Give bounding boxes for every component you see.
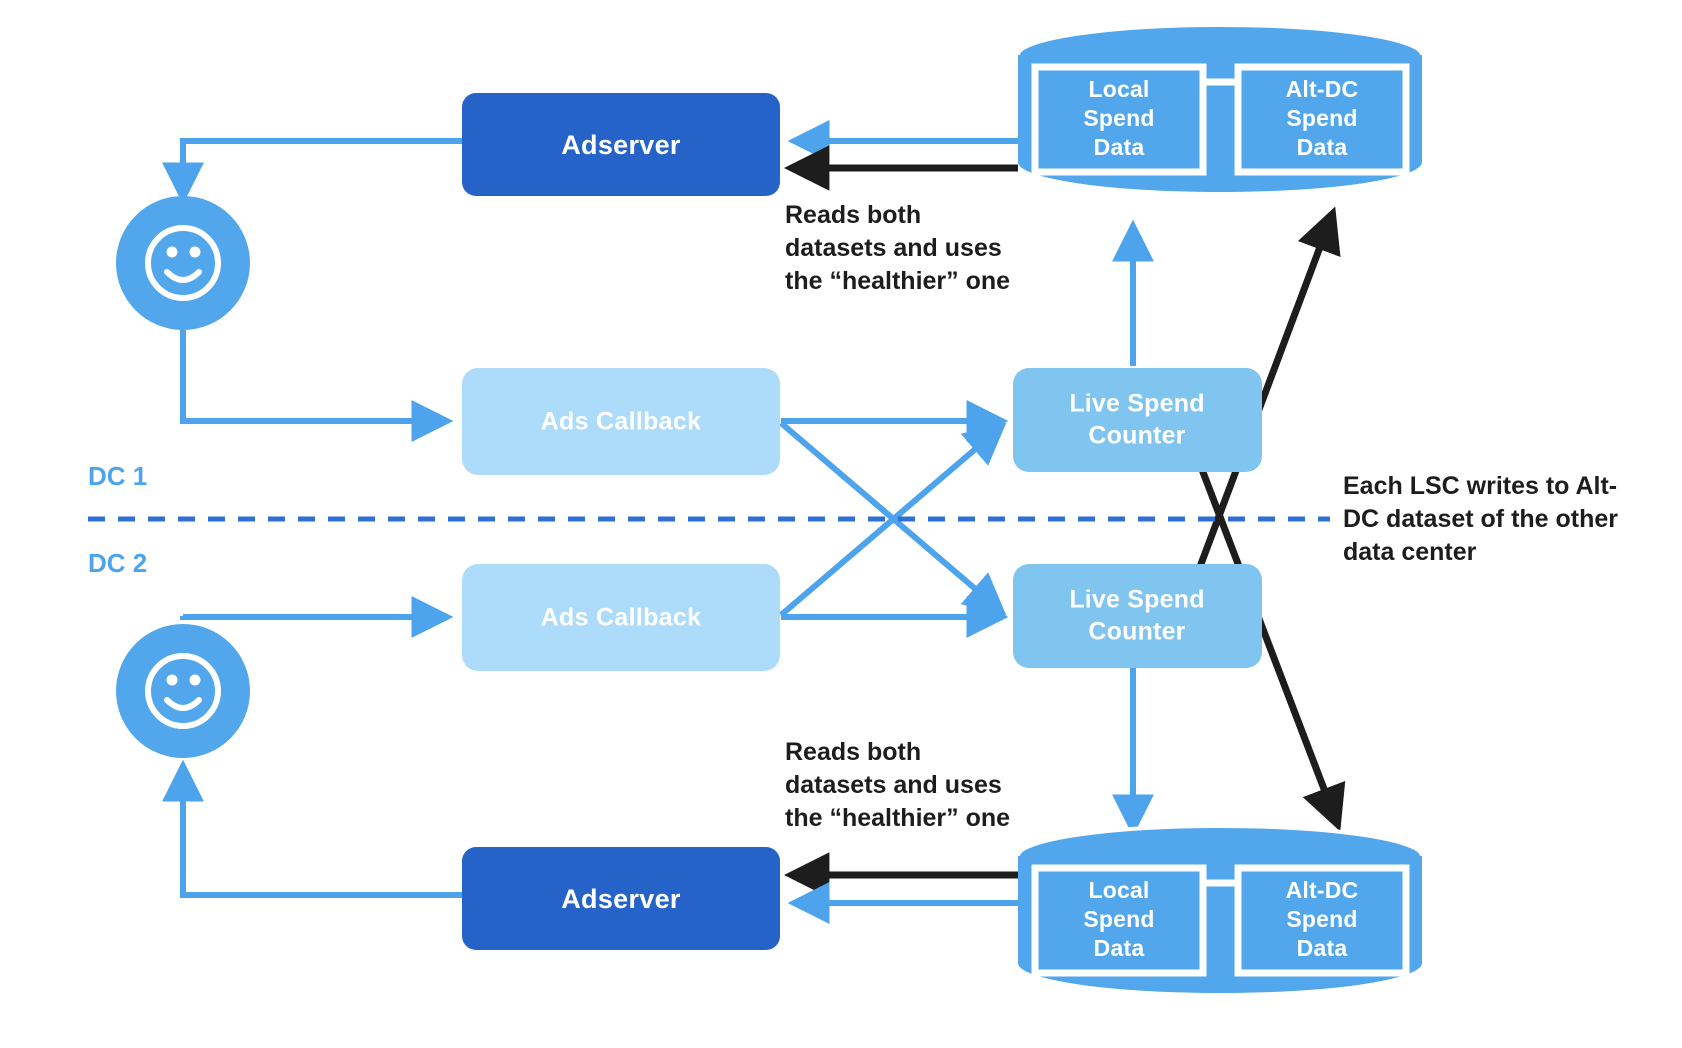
- dc2-adserver-label: Adserver: [561, 884, 681, 914]
- dc2-user-smiley[interactable]: [116, 624, 250, 758]
- dc1-live-spend-counter-label-line2: Counter: [1088, 422, 1185, 450]
- dc1-ads-callback-label: Ads Callback: [541, 408, 702, 436]
- edge-user2-to-callback2: [180, 596, 454, 638]
- dc1-user-smiley[interactable]: [116, 196, 250, 330]
- dc2-zone-label: DC 2: [88, 548, 147, 578]
- dc2-live-spend-counter-node[interactable]: Live Spend Counter: [1013, 564, 1262, 668]
- smiley-face-icon: [116, 624, 250, 758]
- dc1-live-spend-counter-label-line1: Live Spend: [1069, 390, 1204, 418]
- edge-adserver1-to-user1: [162, 138, 462, 205]
- dc2-altdc-spend-data-line2: Spend: [1286, 906, 1357, 932]
- annotation-reads-both-top: Reads both datasets and uses the “health…: [785, 201, 1010, 295]
- dc2-adserver-node[interactable]: Adserver: [462, 847, 780, 950]
- dc2-local-spend-data-line1: Local: [1088, 877, 1149, 903]
- dc1-altdc-spend-data-line2: Spend: [1286, 105, 1357, 131]
- dc2-ads-callback-node[interactable]: Ads Callback: [462, 564, 780, 671]
- edge-user1-to-callback1: [180, 330, 454, 442]
- annotation-lsc-writes-line1: Each LSC writes to Alt-: [1343, 472, 1617, 500]
- dc1-adserver-label: Adserver: [561, 130, 681, 160]
- annotation-reads-both-bottom-line2: datasets and uses: [785, 771, 1002, 799]
- dc2-live-spend-counter-box: [1013, 564, 1262, 668]
- dc2-local-spend-data-line3: Data: [1094, 935, 1145, 961]
- dc2-local-spend-data-line2: Spend: [1083, 906, 1154, 932]
- dc2-datastore-cylinder[interactable]: Local Spend Data Alt-DC Spend Data: [1016, 824, 1424, 993]
- dc1-altdc-spend-data-line1: Alt-DC: [1286, 76, 1359, 102]
- dc1-adserver-node[interactable]: Adserver: [462, 93, 780, 196]
- dc2-altdc-spend-data-line1: Alt-DC: [1286, 877, 1359, 903]
- annotation-lsc-writes-line2: DC dataset of the other: [1343, 505, 1618, 533]
- dc1-local-spend-data-line3: Data: [1094, 134, 1145, 160]
- annotation-reads-both-bottom-line1: Reads both: [785, 738, 921, 766]
- architecture-diagram: DC 1 DC 2 Adserver Ads Callback Live Spe…: [88, 23, 1618, 993]
- smiley-face-icon: [116, 196, 250, 330]
- annotation-reads-both-bottom-line3: the “healthier” one: [785, 804, 1010, 832]
- dc1-live-spend-counter-box: [1013, 368, 1262, 472]
- dc2-ads-callback-label: Ads Callback: [541, 604, 702, 632]
- edge-adserver2-to-user2: [162, 759, 462, 898]
- dc1-ads-callback-node[interactable]: Ads Callback: [462, 368, 780, 475]
- annotation-reads-both-top-line2: datasets and uses: [785, 234, 1002, 262]
- smiley-eye-left-icon: [166, 246, 178, 258]
- annotation-reads-both-top-line3: the “healthier” one: [785, 267, 1010, 295]
- annotation-reads-both-top-line1: Reads both: [785, 201, 921, 229]
- dc1-datastore-cylinder[interactable]: Local Spend Data Alt-DC Spend Data: [1016, 23, 1424, 192]
- dc2-altdc-spend-data-line3: Data: [1297, 935, 1348, 961]
- dc1-local-spend-data-line1: Local: [1088, 76, 1149, 102]
- dc1-zone-label: DC 1: [88, 461, 147, 491]
- dc2-live-spend-counter-label-line1: Live Spend: [1069, 586, 1204, 614]
- annotation-reads-both-bottom: Reads both datasets and uses the “health…: [785, 738, 1010, 832]
- dc1-live-spend-counter-node[interactable]: Live Spend Counter: [1013, 368, 1262, 472]
- smiley-eye-right-icon: [189, 674, 201, 686]
- annotation-lsc-writes: Each LSC writes to Alt- DC dataset of th…: [1343, 472, 1618, 566]
- smiley-eye-right-icon: [189, 246, 201, 258]
- annotation-lsc-writes-line3: data center: [1343, 538, 1477, 566]
- dc1-local-spend-data-line2: Spend: [1083, 105, 1154, 131]
- dc2-live-spend-counter-label-line2: Counter: [1088, 618, 1185, 646]
- dc1-altdc-spend-data-line3: Data: [1297, 134, 1348, 160]
- smiley-eye-left-icon: [166, 674, 178, 686]
